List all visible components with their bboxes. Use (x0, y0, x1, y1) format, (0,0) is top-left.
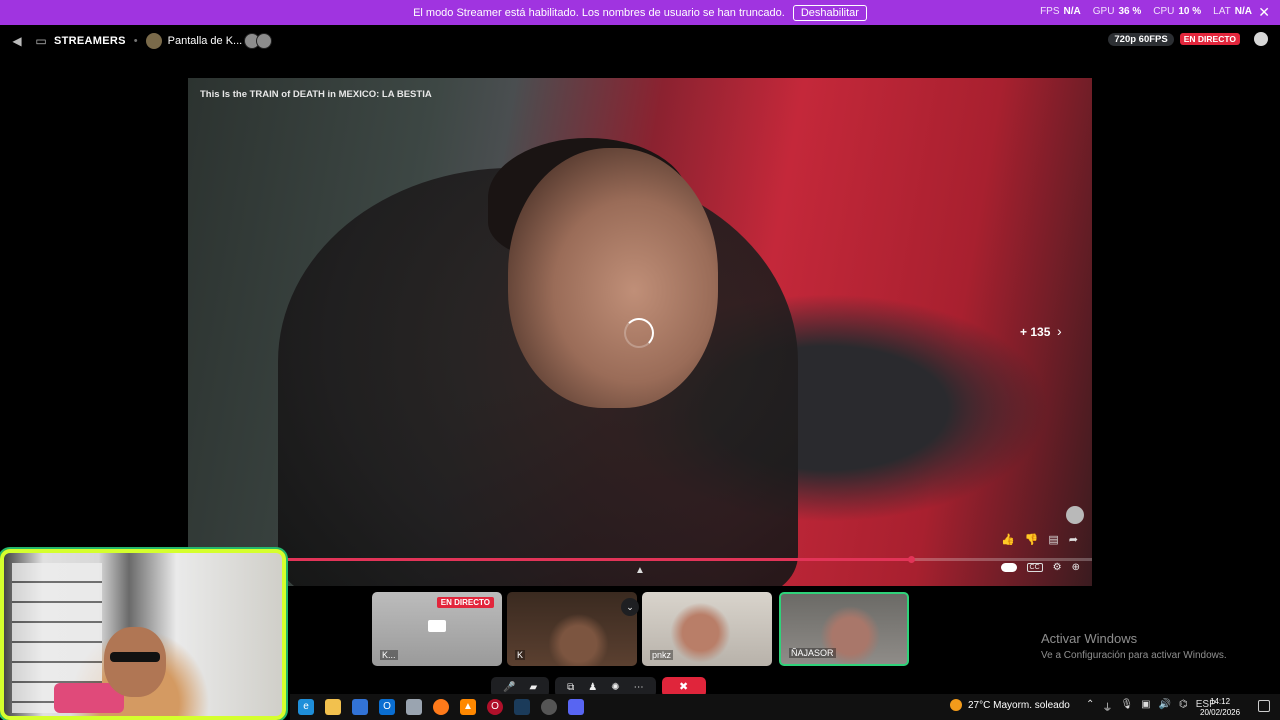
date: 20/02/2026 (1200, 708, 1241, 717)
screen-share-title: Pantalla de K... (167, 35, 243, 47)
app-icon[interactable] (406, 699, 422, 715)
more-videos-count[interactable]: + 135 (1020, 325, 1050, 339)
autoplay-toggle[interactable] (1000, 563, 1017, 572)
network-icon[interactable]: ⌬ (1179, 699, 1188, 714)
outlook-icon[interactable]: O (379, 699, 395, 715)
video-subject-face (508, 148, 718, 408)
weather-text: 27°C Mayorm. soleado (968, 699, 1070, 711)
participant-tile-speaking[interactable]: ÑAJASOR (779, 592, 909, 666)
participant-name: K (515, 650, 526, 660)
edge-icon[interactable]: e (298, 699, 314, 715)
notification-icon[interactable] (1258, 700, 1270, 712)
activate-subtitle: Ve a Configuración para activar Windows. (1041, 650, 1227, 661)
activities-icon[interactable]: ♟ (588, 682, 597, 693)
weather-widget[interactable]: 27°C Mayorm. soleado (950, 699, 1070, 711)
webcam-glasses (110, 652, 160, 662)
call-header: ◀ ▭ STREAMERS • Pantalla de K... (0, 27, 1280, 55)
firefox-icon[interactable] (433, 699, 449, 715)
file-explorer-icon[interactable] (325, 699, 341, 715)
clock[interactable]: 14:12 20/02/2026 (1200, 696, 1240, 718)
microphone-icon[interactable]: 🎙 (1120, 699, 1133, 714)
dislike-icon[interactable]: 👎 (1025, 533, 1039, 546)
viewer-avatars[interactable] (244, 33, 273, 49)
participant-name: ÑAJASOR (789, 648, 836, 658)
obs-icon[interactable] (541, 699, 557, 715)
volume-icon[interactable]: 🔊 (1159, 699, 1171, 714)
streamer-mode-banner: El modo Streamer está habilitado. Los no… (0, 0, 1280, 25)
opera-gx-icon[interactable]: O (487, 699, 503, 715)
shared-screen-video[interactable]: This Is the TRAIN of DEATH in MEXICO: LA… (188, 78, 1092, 586)
captions-icon[interactable]: CC (1026, 563, 1043, 572)
settings-icon[interactable]: ⚙ (1053, 562, 1062, 573)
activate-title: Activar Windows (1041, 631, 1138, 646)
speaker-icon[interactable]: ◀ (10, 34, 24, 48)
steam-icon[interactable] (514, 699, 530, 715)
live-badge: EN DIRECTO (436, 597, 494, 608)
system-tray: ⌃ ⏚ 🎙 ▣ 🔊 ⌬ ESP (1086, 699, 1216, 714)
participant-tile[interactable]: pnkz (642, 592, 772, 666)
stat-fps: FPS N/A (1040, 6, 1081, 17)
stat-lat: LAT N/A (1213, 6, 1252, 17)
taskbar-apps: e O ▲ O (298, 699, 584, 715)
more-icon[interactable]: ⋯ (634, 682, 644, 693)
webcam-overlay (0, 549, 286, 720)
screen-icon: ▭ (35, 34, 47, 48)
live-badge: EN DIRECTO (1179, 33, 1240, 45)
microphone-icon[interactable]: 🎤 (503, 682, 515, 693)
vlc-icon[interactable]: ▲ (460, 699, 476, 715)
avatar (145, 33, 162, 49)
loading-spinner-icon (624, 318, 654, 348)
video-progress-bar[interactable] (188, 558, 1092, 561)
avatar (256, 33, 273, 49)
time: 14:12 (1210, 697, 1231, 706)
participant-name: pnkz (650, 650, 674, 660)
progress-handle[interactable] (908, 556, 916, 563)
video-progress-fill (188, 558, 912, 561)
camera-icon[interactable]: ▰ (529, 682, 537, 693)
separator: • (133, 35, 138, 47)
screen-share-icon (428, 620, 446, 632)
store-icon[interactable] (352, 699, 368, 715)
share-screen-icon[interactable]: ⧉ (567, 682, 574, 693)
stream-quality-badge[interactable]: 720p 60FPS (1108, 32, 1174, 46)
comment-icon[interactable]: ▤ (1048, 533, 1058, 546)
participant-name: K... (380, 650, 398, 660)
windows-taskbar: e O ▲ O 27°C Mayorm. soleado ⌃ ⏚ 🎙 ▣ 🔊 ⌬… (290, 694, 1280, 720)
channel-name: STREAMERS (54, 35, 126, 47)
activate-windows-watermark: Activar Windows Ve a Configuración para … (1041, 631, 1227, 661)
webcam-person (104, 627, 166, 697)
disable-streamer-mode-button[interactable]: Deshabilitar (792, 4, 867, 21)
discord-icon[interactable] (568, 699, 584, 715)
usb-icon[interactable]: ⏚ (1102, 699, 1112, 714)
video-title: This Is the TRAIN of DEATH in MEXICO: LA… (200, 89, 432, 100)
performance-stats: FPS N/A GPU 36 % CPU 10 % LAT N/A (1040, 6, 1252, 17)
chevron-down-icon[interactable]: ⌄ (621, 598, 639, 616)
player-controls: CC ⚙ ⊕ (1000, 562, 1080, 573)
stream-info: 720p 60FPS EN DIRECTO (1108, 32, 1268, 46)
channel-avatar-icon[interactable] (1066, 506, 1084, 524)
chevron-right-icon[interactable]: › (1057, 323, 1062, 339)
chevron-up-icon[interactable]: ⌃ (1086, 699, 1094, 714)
video-actions: 👍 👎 ▤ ➦ (1001, 533, 1078, 546)
participant-tile[interactable]: EN DIRECTO K... (372, 592, 502, 666)
stat-cpu: CPU 10 % (1153, 6, 1202, 17)
soundboard-icon[interactable]: ✺ (611, 682, 619, 693)
banner-message: El modo Streamer está habilitado. Los no… (413, 6, 785, 19)
zoom-icon[interactable]: ⊕ (1072, 562, 1080, 573)
close-icon[interactable]: ✕ (1258, 4, 1270, 21)
chevron-up-icon[interactable]: ▲ (635, 565, 645, 576)
participant-tile[interactable]: K (507, 592, 637, 666)
screen: El modo Streamer está habilitado. Los no… (0, 0, 1280, 720)
stat-gpu: GPU 36 % (1092, 6, 1142, 17)
weather-icon (950, 699, 962, 711)
share-icon[interactable]: ➦ (1069, 533, 1078, 546)
display-icon[interactable]: ▣ (1141, 699, 1150, 714)
chat-icon[interactable] (1254, 32, 1268, 46)
like-icon[interactable]: 👍 (1001, 533, 1015, 546)
